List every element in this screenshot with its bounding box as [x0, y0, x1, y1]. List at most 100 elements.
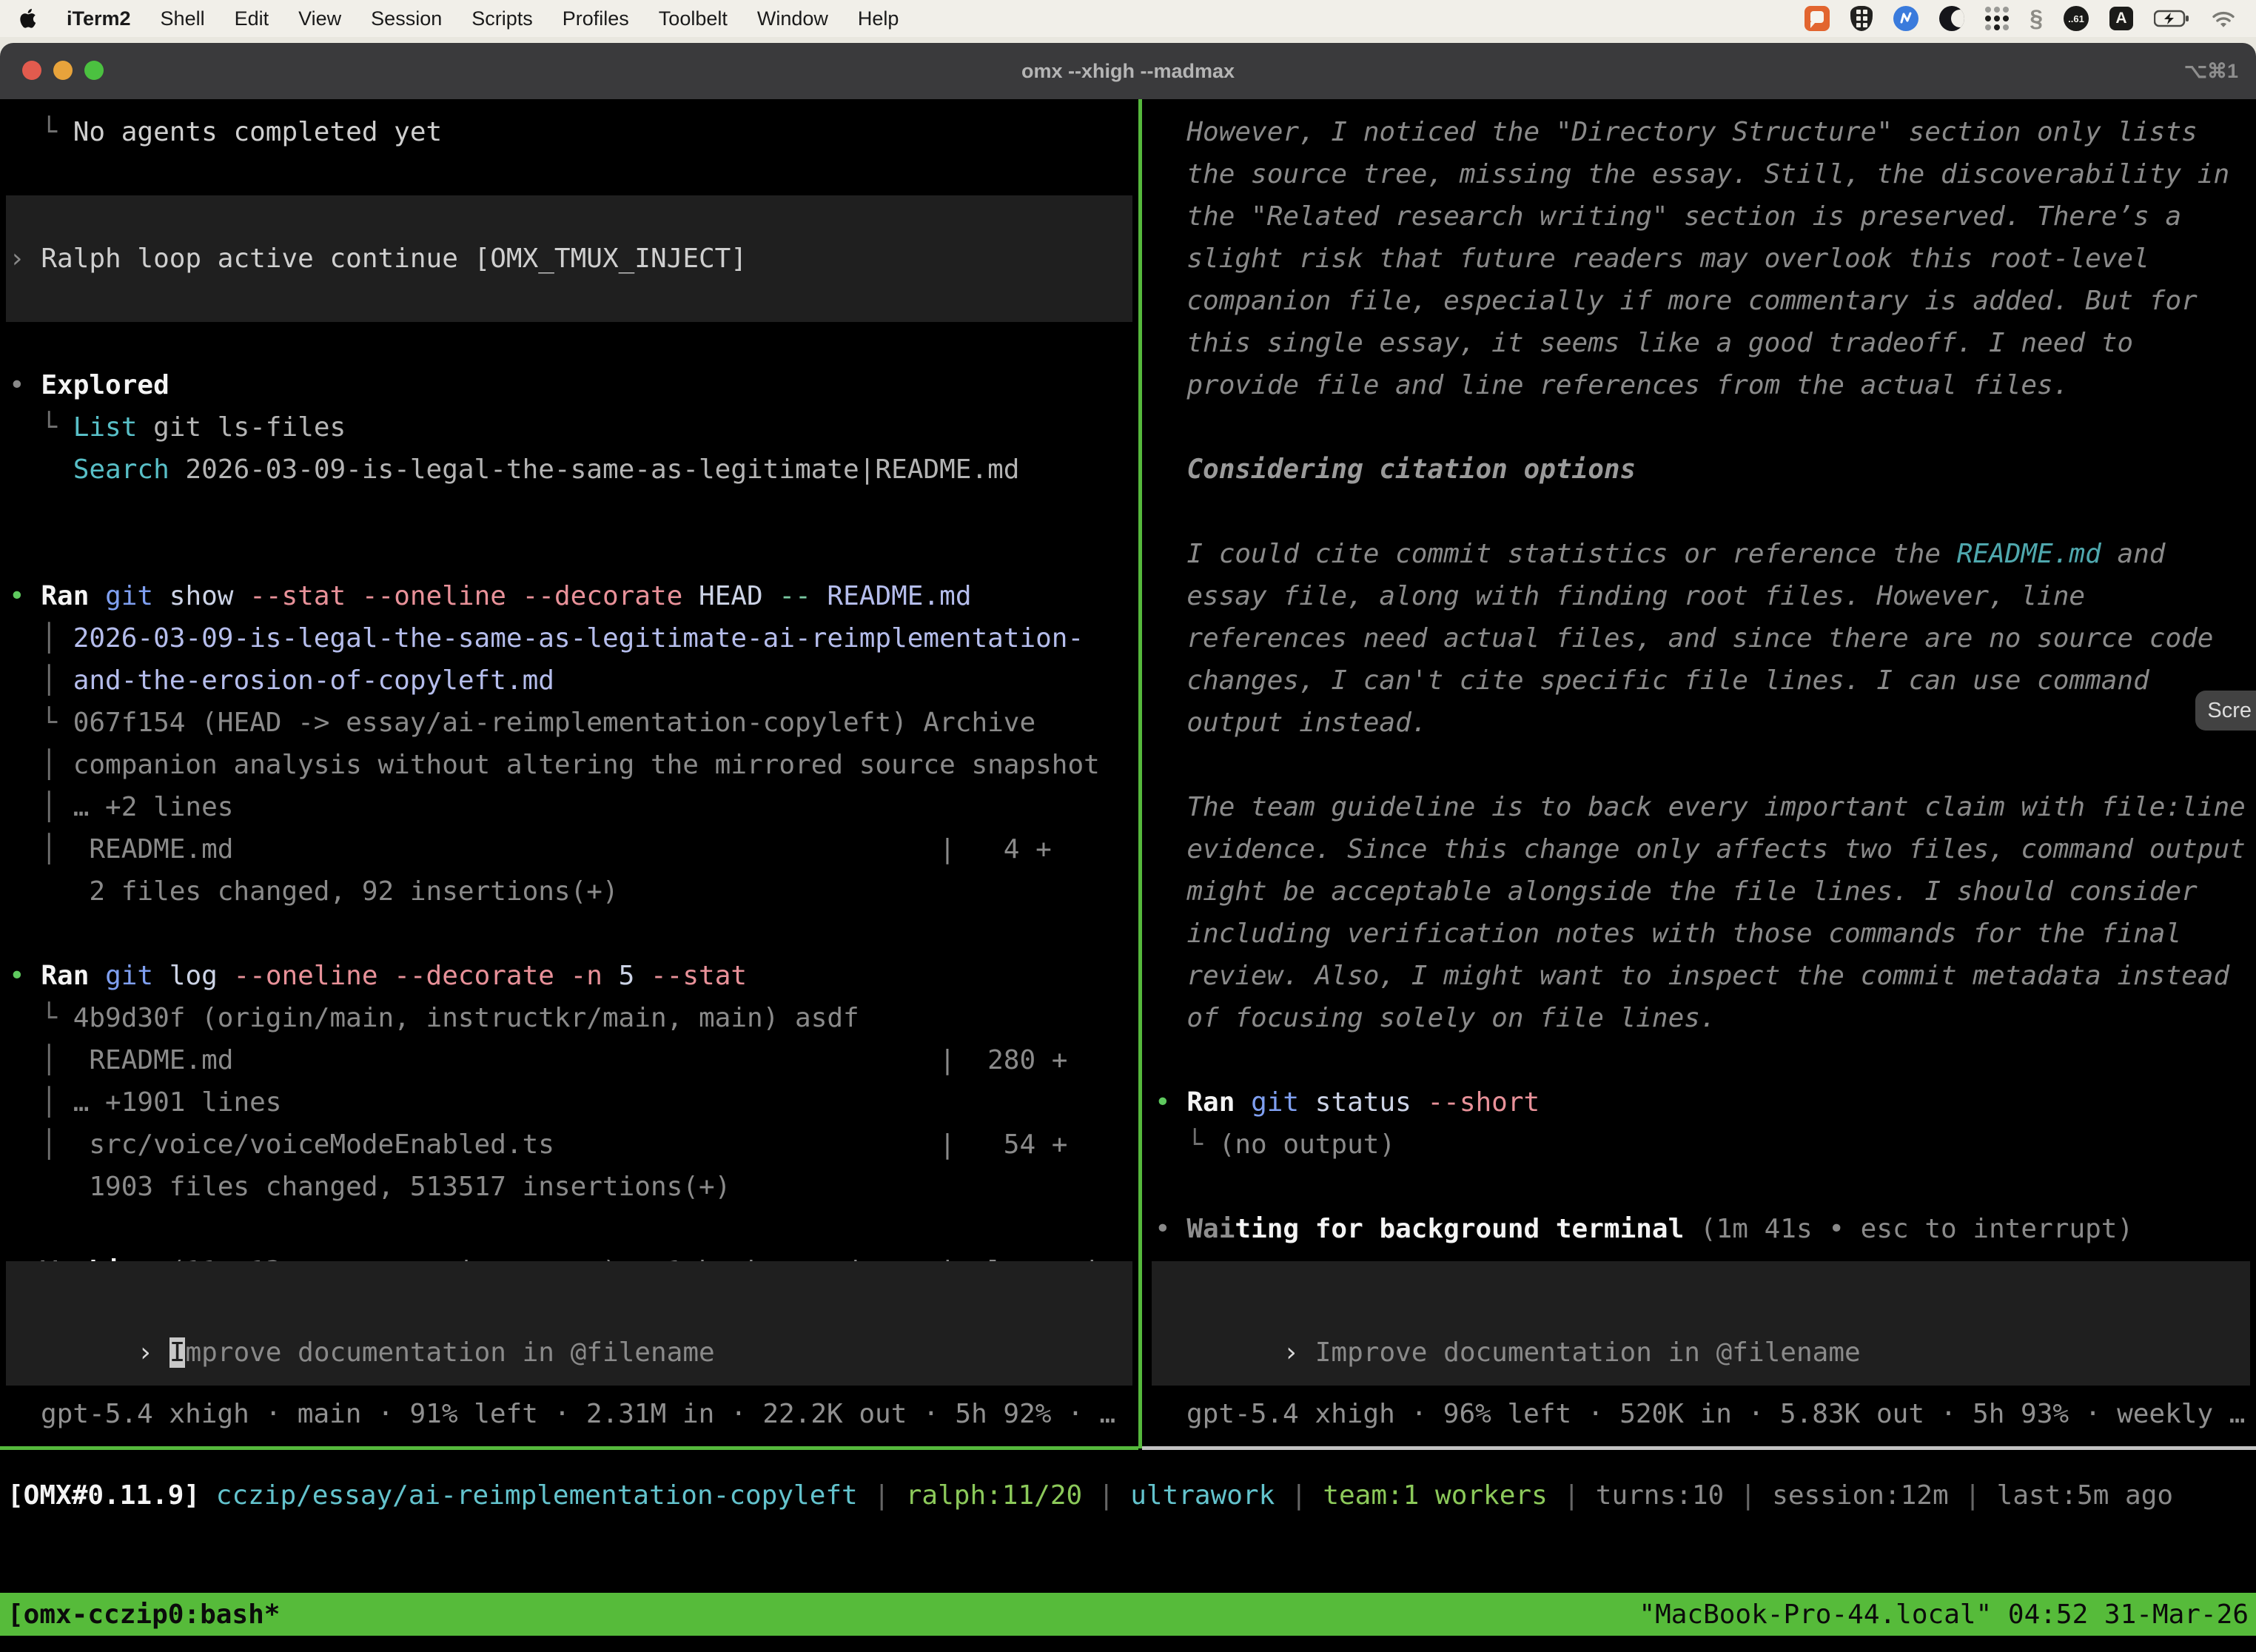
terminal-line: └ List git ls-files	[0, 406, 1138, 449]
terminal-line	[0, 1208, 1138, 1250]
terminal-line: │ README.md | 4 +	[0, 828, 1138, 870]
terminal-line	[1146, 491, 2256, 533]
dots-grid-icon[interactable]	[1985, 7, 2009, 30]
wifi-icon[interactable]	[2210, 8, 2237, 29]
shield-grid-icon[interactable]	[1850, 6, 1873, 31]
traffic-lights	[22, 61, 104, 80]
terminal-line: • Ran git log --oneline --decorate -n 5 …	[0, 955, 1138, 997]
prompt-line-left[interactable]: › Improve documentation in @filename	[9, 1307, 715, 1398]
zoom-button[interactable]	[84, 61, 104, 80]
pane-left[interactable]: └ No agents completed yet › Ralph loop ac…	[0, 99, 1138, 1446]
prompt-cursor: I	[169, 1337, 186, 1368]
terminal-line: 2 files changed, 92 insertions(+)	[0, 870, 1138, 913]
terminal-line: └ 4b9d30f (origin/main, instructkr/main,…	[0, 997, 1138, 1039]
terminal-line	[1146, 1039, 2256, 1081]
terminal-line: • Waiting for background terminal (1m 41…	[1146, 1208, 2256, 1250]
pane-right[interactable]: However, I noticed the "Directory Struct…	[1146, 99, 2256, 1446]
battery-icon[interactable]	[2154, 10, 2189, 27]
terminal-line: Search 2026-03-09-is-legal-the-same-as-l…	[0, 449, 1138, 491]
prompt-box-right[interactable]: › Improve documentation in @filename	[1152, 1261, 2250, 1386]
terminal-line: └ 067f154 (HEAD -> essay/ai-reimplementa…	[0, 702, 1138, 744]
prompt-arrow-icon: ›	[137, 1337, 169, 1368]
prompt-line-right[interactable]: › Improve documentation in @filename	[1155, 1307, 1861, 1398]
close-button[interactable]	[22, 61, 41, 80]
terminal-line	[0, 491, 1138, 533]
terminal-line: │ companion analysis without altering th…	[0, 744, 1138, 786]
terminal-line: › Ralph loop active continue [OMX_TMUX_I…	[6, 238, 1132, 280]
screen-share-pill[interactable]: Scre	[2195, 691, 2256, 731]
terminal-line: including verification notes with those …	[1146, 913, 2256, 955]
terminal-line: output instead.	[1146, 702, 2256, 744]
window-titlebar[interactable]: omx --xhigh --madmax ⌥⌘1	[0, 43, 2256, 99]
window-title: omx --xhigh --madmax	[1021, 60, 1235, 83]
terminal-line: └ (no output)	[1146, 1124, 2256, 1166]
menu-item-iterm2[interactable]: iTerm2	[67, 7, 131, 30]
terminal-line	[1146, 744, 2256, 786]
terminal-line: However, I noticed the "Directory Struct…	[1146, 111, 2256, 153]
terminal-line: Considering citation options	[1146, 449, 2256, 491]
terminal-line	[1146, 406, 2256, 449]
section-squiggle-icon[interactable]: §	[2030, 5, 2043, 33]
terminal-line: • Explored	[0, 364, 1138, 406]
menu-item-shell[interactable]: Shell	[161, 7, 205, 30]
terminal-line: │ src/voice/voiceModeEnabled.ts | 54 +	[0, 1124, 1138, 1166]
terminal-line: 1903 files changed, 513517 insertions(+)	[0, 1166, 1138, 1208]
terminal-line: companion file, especially if more comme…	[1146, 280, 2256, 322]
terminal-line: this single essay, it seems like a good …	[1146, 322, 2256, 364]
terminal-line: evidence. Since this change only affects…	[1146, 828, 2256, 870]
blue-bolt-icon[interactable]	[1893, 6, 1918, 31]
terminal-line: slight risk that future readers may over…	[1146, 238, 2256, 280]
terminal-line: │ 2026-03-09-is-legal-the-same-as-legiti…	[0, 617, 1138, 659]
terminal-line	[1146, 1166, 2256, 1208]
terminal-line: │ … +2 lines	[0, 786, 1138, 828]
apple-menu-icon[interactable]	[19, 6, 41, 31]
omx-status-bar: [OMX#0.11.9] cczip/essay/ai-reimplementa…	[7, 1480, 2173, 1511]
model-status-right: gpt-5.4 xhigh · 96% left · 520K in · 5.8…	[1186, 1399, 2245, 1429]
terminal: └ No agents completed yet › Ralph loop ac…	[0, 99, 2256, 1652]
terminal-line: essay file, along with finding root file…	[1146, 575, 2256, 617]
terminal-line	[0, 533, 1138, 575]
terminal-line: • Ran git status --short	[1146, 1081, 2256, 1124]
menu-item-window[interactable]: Window	[757, 7, 828, 30]
terminal-line: references need actual files, and since …	[1146, 617, 2256, 659]
terminal-line: └ No agents completed yet	[0, 111, 1138, 153]
menu-item-toolbelt[interactable]: Toolbelt	[659, 7, 728, 30]
tmux-status-bar: [omx-cczip0:bash* "MacBook-Pro-44.local"…	[0, 1593, 2256, 1636]
menu-item-session[interactable]: Session	[371, 7, 442, 30]
tmux-host-clock: "MacBook-Pro-44.local" 04:52 31-Mar-26	[1639, 1599, 2249, 1630]
menu-item-view[interactable]: View	[298, 7, 341, 30]
terminal-line: │ … +1901 lines	[0, 1081, 1138, 1124]
pane-border-bottom-right	[1142, 1446, 2256, 1450]
terminal-line	[0, 322, 1138, 364]
terminal-line: might be acceptable alongside the file l…	[1146, 870, 2256, 913]
terminal-line: │ README.md | 280 +	[0, 1039, 1138, 1081]
tmux-window-label[interactable]: [omx-cczip0:bash*	[7, 1599, 280, 1630]
terminal-line: The team guideline is to back every impo…	[1146, 786, 2256, 828]
menu-item-edit[interactable]: Edit	[235, 7, 269, 30]
badge-61-icon[interactable]: ..61	[2064, 6, 2089, 31]
terminal-line: review. Also, I might want to inspect th…	[1146, 955, 2256, 997]
menu-bar: iTerm2 Shell Edit View Session Scripts Profil…	[0, 0, 2256, 37]
terminal-line	[6, 280, 1132, 322]
terminal-line: of focusing solely on file lines.	[1146, 997, 2256, 1039]
prompt-placeholder: mprove documentation in @filename	[185, 1337, 714, 1368]
menu-status-icons: § ..61 A	[1805, 5, 2237, 33]
terminal-line: I could cite commit statistics or refere…	[1146, 533, 2256, 575]
menu-item-scripts[interactable]: Scripts	[471, 7, 533, 30]
terminal-line: │ and-the-erosion-of-copyleft.md	[0, 659, 1138, 702]
a-app-icon[interactable]: A	[2109, 7, 2133, 30]
minimize-button[interactable]	[53, 61, 73, 80]
model-status-left: gpt-5.4 xhigh · main · 91% left · 2.31M …	[41, 1399, 1115, 1429]
menu-item-profiles[interactable]: Profiles	[563, 7, 629, 30]
prompt-placeholder: Improve documentation in @filename	[1315, 1337, 1861, 1368]
chat-app-icon[interactable]	[1805, 6, 1830, 31]
pane-divider-vertical[interactable]	[1138, 99, 1142, 1448]
prompt-box-left[interactable]: › Improve documentation in @filename	[6, 1261, 1132, 1386]
pane-border-bottom-left	[0, 1446, 1138, 1450]
terminal-line: provide file and line references from th…	[1146, 364, 2256, 406]
menu-item-help[interactable]: Help	[858, 7, 899, 30]
terminal-line: the source tree, missing the essay. Stil…	[1146, 153, 2256, 195]
contrast-icon[interactable]	[1939, 6, 1964, 31]
window-shortcut-badge: ⌥⌘1	[2184, 60, 2238, 83]
prompt-arrow-icon: ›	[1283, 1337, 1315, 1368]
